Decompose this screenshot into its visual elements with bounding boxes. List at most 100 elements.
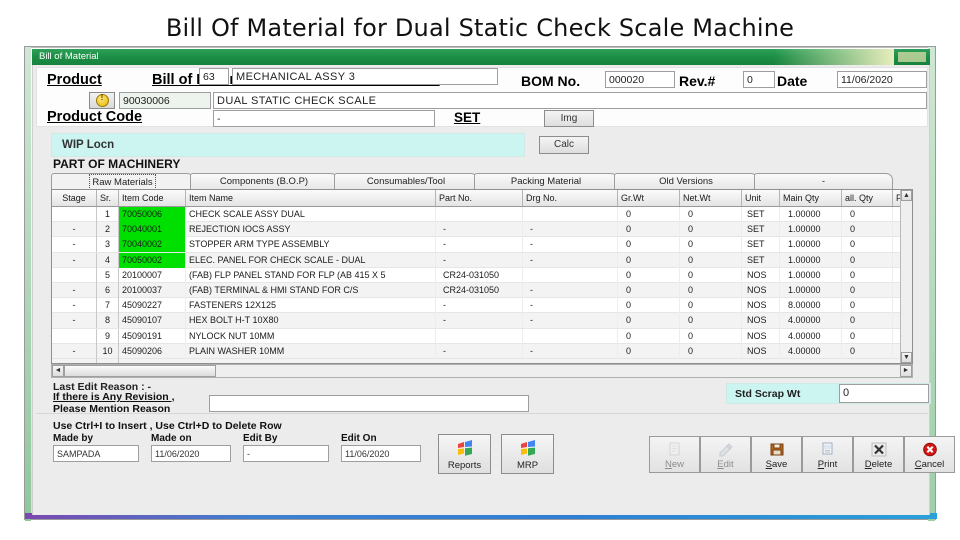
cell-unit[interactable]: NOS xyxy=(742,298,780,314)
cell-drg[interactable]: - xyxy=(523,237,618,253)
cell-sr[interactable]: 1 xyxy=(97,207,119,222)
cell-netwt[interactable]: 0 xyxy=(680,313,742,329)
cell-sr[interactable]: 4 xyxy=(97,252,119,268)
grid-column-header[interactable]: Net.Wt xyxy=(680,190,742,206)
cell-sr[interactable]: 8 xyxy=(97,313,119,329)
cell-grwt[interactable]: 0 xyxy=(618,252,680,268)
cell-netwt[interactable]: 0 xyxy=(680,328,742,344)
grid-column-header[interactable]: Gr.Wt xyxy=(618,190,680,206)
cell-grwt[interactable]: 0 xyxy=(618,282,680,298)
cell-drg[interactable] xyxy=(523,328,618,344)
cell-netwt[interactable]: 0 xyxy=(680,237,742,253)
cell-stage[interactable]: - xyxy=(52,282,97,298)
grid-column-header[interactable]: Item Code xyxy=(119,190,186,206)
cancel-button[interactable]: Cancel xyxy=(904,436,955,473)
save-button[interactable]: Save xyxy=(751,436,802,473)
cell-part[interactable]: - xyxy=(436,343,523,359)
table-row[interactable]: -6 20100037 (FAB) TERMINAL & HMI STAND FOR… xyxy=(52,282,912,299)
product-code-field[interactable]: - xyxy=(213,110,435,127)
cell-allqty[interactable]: 0 xyxy=(842,252,893,268)
window-controls[interactable] xyxy=(898,52,926,62)
cell-mainqty[interactable]: 4.00000 xyxy=(780,343,842,359)
table-row[interactable]: -3 70040002 STOPPER ARM TYPE ASSEMBLY - -0 0 S… xyxy=(52,237,912,253)
cell-stage[interactable]: - xyxy=(52,222,97,238)
cell-mainqty[interactable]: 1.00000 xyxy=(780,267,842,283)
table-row[interactable]: -10 45090206 PLAIN WASHER 10MM - -0 0 NOS 4.000… xyxy=(52,343,912,359)
grid-column-header[interactable]: Part No. xyxy=(436,190,523,206)
cell-netwt[interactable]: 0 xyxy=(680,207,742,222)
cell-mainqty[interactable]: 1.00000 xyxy=(780,222,842,238)
warning-button[interactable] xyxy=(89,92,115,109)
cell-drg[interactable]: - xyxy=(523,282,618,298)
cell-grwt[interactable]: 0 xyxy=(618,207,680,222)
product-name-input[interactable]: DUAL STATIC CHECK SCALE xyxy=(213,92,927,109)
cell-part[interactable] xyxy=(436,328,523,344)
cell-part[interactable]: CR24-031050 xyxy=(436,282,523,298)
tab-components-b-o-p[interactable]: Components (B.O.P) xyxy=(190,173,338,190)
cell-sr[interactable]: 9 xyxy=(97,328,119,344)
cell-part[interactable]: CR24-031050 xyxy=(436,267,523,283)
cell-code[interactable]: 70050006 xyxy=(119,207,186,222)
cell-netwt[interactable]: 0 xyxy=(680,343,742,359)
date-input[interactable]: 11/06/2020 xyxy=(837,71,927,88)
table-row[interactable]: -7 45090227 FASTENERS 12X125- -0 0 NOS 8.00000… xyxy=(52,298,912,314)
grid-column-header[interactable]: Stage xyxy=(52,190,97,206)
cell-sr[interactable]: 2 xyxy=(97,222,119,238)
edit-on-input[interactable]: 11/06/2020 xyxy=(341,445,421,462)
cell-stage[interactable]: - xyxy=(52,313,97,329)
cell-unit[interactable]: SET xyxy=(742,207,780,222)
cell-grwt[interactable]: 0 xyxy=(618,222,680,238)
cell-stage[interactable]: - xyxy=(52,237,97,253)
cell-name[interactable]: ELEC. PANEL FOR CHECK SCALE - DUAL xyxy=(186,252,436,268)
wip-code-input[interactable]: 63 xyxy=(199,68,229,85)
cell-mainqty[interactable]: 1.00000 xyxy=(780,282,842,298)
cell-unit[interactable]: SET xyxy=(742,222,780,238)
img-button[interactable]: Img xyxy=(544,110,594,127)
edit-by-input[interactable]: - xyxy=(243,445,329,462)
cell-code[interactable]: 45090206 xyxy=(119,343,186,359)
cell-unit[interactable]: NOS xyxy=(742,282,780,298)
cell-sr[interactable]: 7 xyxy=(97,298,119,314)
cell-unit[interactable]: SET xyxy=(742,237,780,253)
cell-drg[interactable]: - xyxy=(523,252,618,268)
cell-drg[interactable] xyxy=(523,207,618,222)
cell-allqty[interactable]: 0 xyxy=(842,207,893,222)
cell-unit[interactable]: SET xyxy=(742,252,780,268)
cell-grwt[interactable]: 0 xyxy=(618,298,680,314)
cell-drg[interactable]: - xyxy=(523,222,618,238)
cell-allqty[interactable]: 0 xyxy=(842,343,893,359)
cell-code[interactable]: 70050002 xyxy=(119,252,186,268)
cell-mainqty[interactable]: 4.00000 xyxy=(780,313,842,329)
cell-part[interactable]: - xyxy=(436,252,523,268)
tab-raw-materials[interactable]: Raw Materials xyxy=(51,173,194,190)
cell-netwt[interactable]: 0 xyxy=(680,282,742,298)
cell-mainqty[interactable]: 1.00000 xyxy=(780,237,842,253)
print-button[interactable]: Print xyxy=(802,436,853,473)
scroll-left-icon[interactable]: ◄ xyxy=(52,365,64,377)
grid-column-header[interactable]: all. Qty xyxy=(842,190,893,206)
product-code-input[interactable]: 90030006 xyxy=(119,92,211,109)
set-link[interactable]: SET xyxy=(454,110,480,125)
cell-allqty[interactable]: 0 xyxy=(842,282,893,298)
cell-stage[interactable] xyxy=(52,207,97,222)
reason-input[interactable] xyxy=(209,395,529,412)
cell-allqty[interactable]: 0 xyxy=(842,328,893,344)
grid-column-header[interactable]: Item Name xyxy=(186,190,436,206)
cell-name[interactable]: FASTENERS 12X125 xyxy=(186,298,436,314)
mrp-button[interactable]: MRP xyxy=(501,434,554,474)
table-row[interactable]: 9 45090191 NYLOCK NUT 10MM 0 0 NOS 4.00000 0 xyxy=(52,328,912,344)
wip-name-input[interactable]: MECHANICAL ASSY 3 xyxy=(232,68,498,85)
cell-name[interactable]: (FAB) FLP PANEL STAND FOR FLP (AB 415 X … xyxy=(186,267,436,283)
grid-column-header[interactable]: Sr. xyxy=(97,190,119,206)
cell-stage[interactable]: - xyxy=(52,298,97,314)
scroll-down-icon[interactable]: ▼ xyxy=(901,352,912,363)
cell-mainqty[interactable]: 4.00000 xyxy=(780,328,842,344)
tab-consumables-tool[interactable]: Consumables/Tool xyxy=(334,173,478,190)
cell-name[interactable]: CHECK SCALE ASSY DUAL xyxy=(186,207,436,222)
made-by-input[interactable]: SAMPADA xyxy=(53,445,139,462)
grid-column-header[interactable]: Drg No. xyxy=(523,190,618,206)
cell-code[interactable]: 70040001 xyxy=(119,222,186,238)
table-row[interactable]: - 4 70050002 ELEC. PANEL FOR CHECK SCALE - … xyxy=(52,252,912,268)
cell-sr[interactable]: 6 xyxy=(97,282,119,298)
table-row[interactable]: 5 20100007 (FAB) FLP PANEL STAND FOR FLP (… xyxy=(52,267,912,283)
